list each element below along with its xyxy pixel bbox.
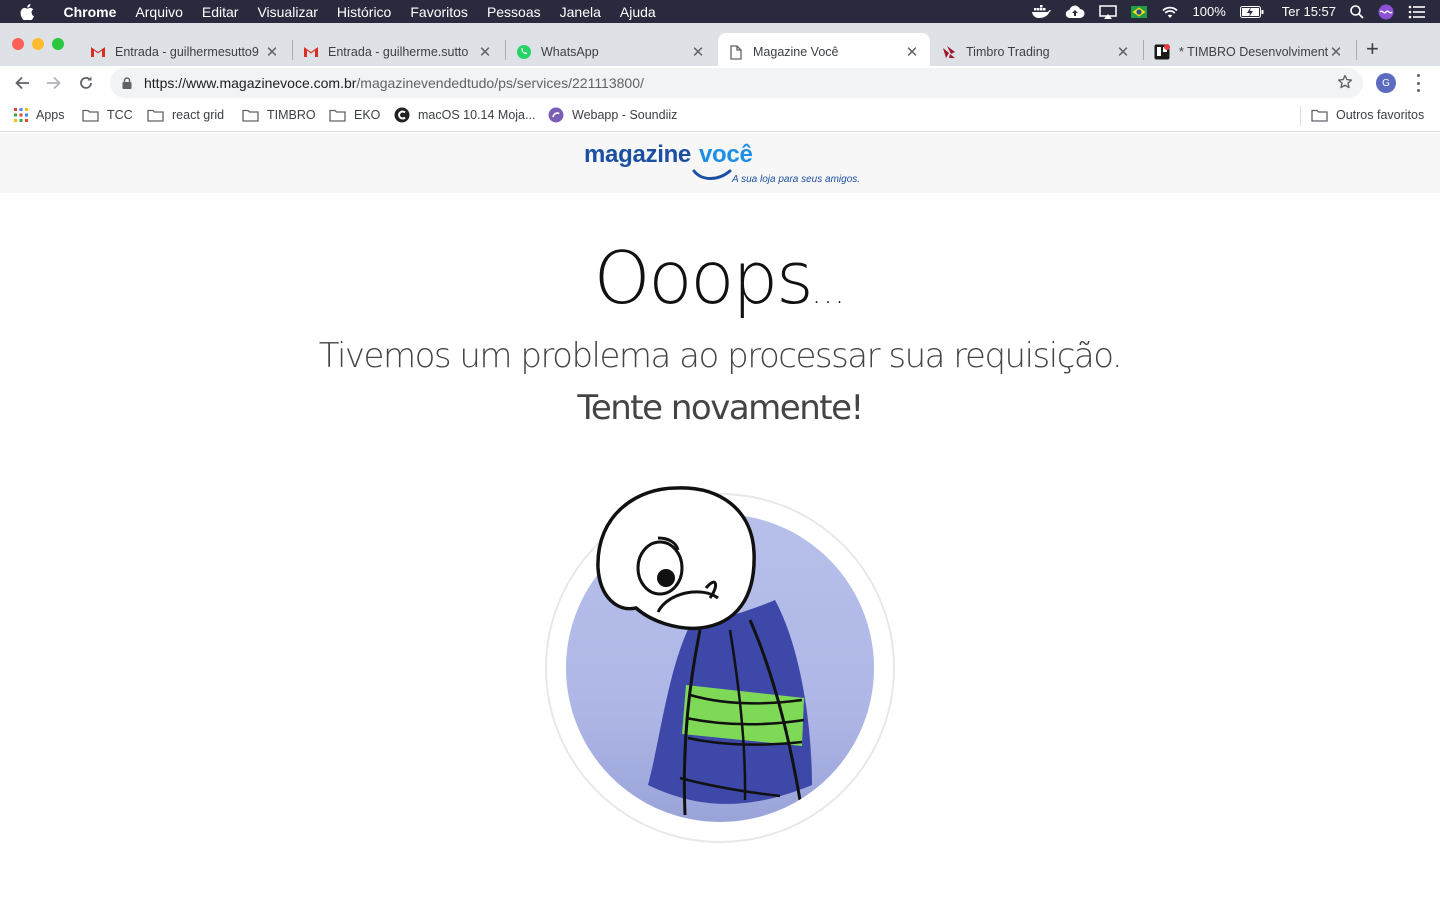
brazil-flag-icon[interactable] bbox=[1130, 5, 1147, 18]
airplay-icon[interactable] bbox=[1098, 4, 1117, 19]
menu-janela[interactable]: Janela bbox=[550, 4, 610, 20]
cloud-upload-icon[interactable] bbox=[1065, 5, 1085, 19]
siri-icon[interactable] bbox=[1378, 4, 1394, 20]
bookmark-label: Webapp - Soundiiz bbox=[572, 108, 678, 122]
profile-avatar[interactable]: G bbox=[1376, 73, 1396, 93]
menu-ajuda[interactable]: Ajuda bbox=[610, 4, 665, 20]
tab-title: Entrada - guilherme.sutto bbox=[328, 45, 469, 59]
address-bar[interactable]: https://www.magazinevoce.com.br/magazine… bbox=[110, 68, 1363, 98]
logo-word-magazine: magazine bbox=[584, 141, 691, 168]
folder-icon bbox=[242, 109, 259, 122]
logo-smile-icon bbox=[692, 169, 732, 180]
battery-percent[interactable]: 100% bbox=[1193, 4, 1226, 19]
logo-tagline: A sua loja para seus amigos. bbox=[732, 174, 861, 185]
tab-title: * TIMBRO Desenvolvimento bbox=[1179, 45, 1328, 59]
error-heading: Ooops... bbox=[0, 236, 1440, 320]
tab-title: Entrada - guilhermesutto9 bbox=[115, 45, 259, 59]
magazine-voce-logo[interactable]: magazine você A sua loja para seus amigo… bbox=[584, 141, 874, 187]
gmail-icon bbox=[90, 44, 106, 60]
bookmark-label: TIMBRO bbox=[267, 108, 316, 122]
folder-icon bbox=[329, 109, 346, 122]
zoom-window-button[interactable] bbox=[52, 38, 64, 50]
menu-arquivo[interactable]: Arquivo bbox=[126, 4, 192, 20]
error-message: Tivemos um problema ao processar sua req… bbox=[318, 336, 1123, 376]
bookmark-label: EKO bbox=[354, 108, 381, 122]
bookmark-folder-tcc[interactable]: TCC bbox=[82, 106, 133, 124]
bookmark-label: macOS 10.14 Moja... bbox=[418, 108, 536, 122]
error-heading-text: Ooops bbox=[593, 236, 814, 320]
bookmark-label: Apps bbox=[36, 108, 65, 122]
battery-icon[interactable] bbox=[1239, 5, 1264, 18]
bookmark-soundiiz[interactable]: Webapp - Soundiiz bbox=[548, 106, 677, 124]
logo-word-voce: você bbox=[699, 141, 753, 168]
bookmarks-divider bbox=[1300, 106, 1301, 126]
bookmark-folder-react-grid[interactable]: react grid bbox=[147, 106, 224, 124]
folder-icon bbox=[1311, 109, 1328, 122]
whatsapp-icon bbox=[516, 44, 532, 60]
menu-visualizar[interactable]: Visualizar bbox=[248, 4, 327, 20]
lock-icon[interactable] bbox=[122, 77, 132, 89]
error-heading-dots: ... bbox=[811, 276, 847, 311]
url-host: https://www.magazinevoce.com.br bbox=[144, 75, 357, 91]
retry-message: Tente novamente! bbox=[577, 388, 864, 428]
bookmark-macos[interactable]: macOS 10.14 Moja... bbox=[394, 106, 535, 124]
close-window-button[interactable] bbox=[12, 38, 24, 50]
forward-arrow-icon bbox=[47, 76, 61, 90]
close-tab-icon[interactable]: ✕ bbox=[1115, 43, 1131, 61]
chrome-menu-icon[interactable] bbox=[1414, 74, 1422, 92]
window-controls bbox=[12, 38, 64, 50]
close-tab-icon[interactable]: ✕ bbox=[264, 43, 280, 61]
url-path: /magazinevendedtudo/ps/services/22111380… bbox=[356, 75, 644, 91]
clock[interactable]: Ter 15:57 bbox=[1282, 4, 1336, 19]
bookmark-label: Outros favoritos bbox=[1336, 108, 1425, 122]
bookmark-folder-eko[interactable]: EKO bbox=[329, 106, 380, 124]
close-tab-icon[interactable]: ✕ bbox=[1328, 43, 1344, 61]
bookmark-apps[interactable]: Apps bbox=[14, 106, 65, 124]
sad-character-illustration bbox=[540, 480, 900, 850]
folder-icon bbox=[147, 109, 164, 122]
apps-grid-icon bbox=[14, 108, 28, 122]
close-tab-icon[interactable]: ✕ bbox=[904, 43, 920, 61]
menu-pessoas[interactable]: Pessoas bbox=[477, 4, 550, 20]
timbro-icon bbox=[941, 44, 957, 60]
browser-toolbar: https://www.magazinevoce.com.br/magazine… bbox=[0, 66, 1440, 100]
menu-editar[interactable]: Editar bbox=[192, 4, 248, 20]
new-tab-button[interactable]: + bbox=[1366, 36, 1379, 62]
menu-app-name[interactable]: Chrome bbox=[54, 4, 126, 20]
reload-button[interactable] bbox=[75, 72, 97, 94]
close-tab-icon[interactable]: ✕ bbox=[477, 43, 493, 61]
bookmark-label: react grid bbox=[172, 108, 225, 122]
back-arrow-icon bbox=[15, 76, 29, 90]
soundiiz-icon bbox=[548, 107, 564, 123]
page-icon bbox=[728, 44, 744, 60]
folder-icon bbox=[82, 109, 99, 122]
site-icon bbox=[394, 107, 410, 123]
tab-title: WhatsApp bbox=[541, 45, 599, 59]
apple-icon[interactable] bbox=[0, 3, 54, 20]
bookmark-folder-timbro[interactable]: TIMBRO bbox=[242, 106, 316, 124]
wifi-icon[interactable] bbox=[1161, 5, 1179, 19]
tab-separator bbox=[1356, 40, 1357, 60]
tab-title: Timbro Trading bbox=[966, 45, 1050, 59]
bookmark-star-icon[interactable] bbox=[1337, 74, 1353, 93]
back-button[interactable] bbox=[11, 72, 33, 94]
docker-icon[interactable] bbox=[1031, 4, 1051, 19]
reload-icon bbox=[80, 76, 92, 89]
minimize-window-button[interactable] bbox=[32, 38, 44, 50]
notification-center-icon[interactable] bbox=[1408, 5, 1426, 19]
bookmarks-bar: Apps TCC react grid TIMBRO EKO macOS 10.… bbox=[0, 100, 1440, 132]
tab-strip: Entrada - guilhermesutto9 ✕ Entrada - gu… bbox=[0, 23, 1440, 71]
menu-historico[interactable]: Histórico bbox=[327, 4, 400, 20]
menu-favoritos[interactable]: Favoritos bbox=[401, 4, 478, 20]
trello-icon bbox=[1154, 44, 1170, 60]
tab-title: Magazine Você bbox=[753, 45, 839, 59]
site-header: magazine você A sua loja para seus amigo… bbox=[0, 133, 1440, 193]
spotlight-search-icon[interactable] bbox=[1350, 4, 1364, 19]
close-tab-icon[interactable]: ✕ bbox=[690, 43, 706, 61]
bookmark-other-favorites[interactable]: Outros favoritos bbox=[1311, 106, 1424, 124]
forward-button[interactable] bbox=[43, 72, 65, 94]
bookmark-label: TCC bbox=[107, 108, 133, 122]
macos-menu-bar: Chrome Arquivo Editar Visualizar Históri… bbox=[0, 0, 1440, 23]
gmail-icon bbox=[303, 44, 319, 60]
